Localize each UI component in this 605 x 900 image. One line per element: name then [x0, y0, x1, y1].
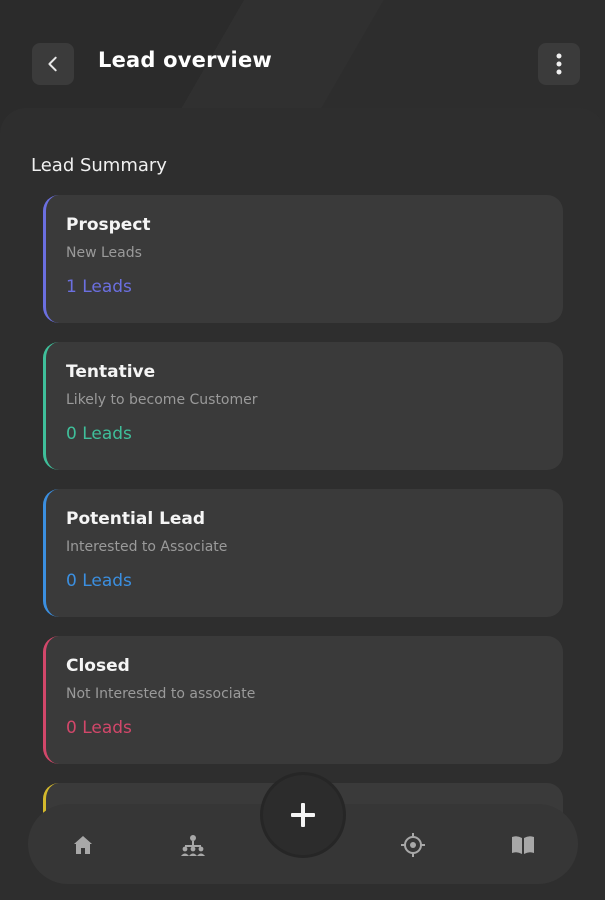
- app-header: Lead overview: [0, 0, 605, 110]
- card-title: Prospect: [66, 215, 151, 235]
- target-icon: [401, 833, 425, 857]
- more-vertical-icon: [556, 53, 562, 75]
- book-icon: [512, 836, 534, 854]
- nav-team[interactable]: [180, 832, 206, 858]
- chevron-left-icon: [48, 56, 57, 72]
- card-title: Closed: [66, 656, 130, 676]
- card-count: 0 Leads: [66, 718, 132, 738]
- card-count: 1 Leads: [66, 277, 132, 297]
- section-title: Lead Summary: [31, 155, 167, 176]
- nav-home[interactable]: [70, 832, 96, 858]
- team-icon: [181, 835, 205, 856]
- add-lead-button[interactable]: [263, 775, 343, 855]
- page-title: Lead overview: [98, 48, 272, 72]
- nav-book[interactable]: [510, 832, 536, 858]
- lead-card-closed[interactable]: Closed Not Interested to associate 0 Lea…: [43, 636, 563, 764]
- lead-card-prospect[interactable]: Prospect New Leads 1 Leads: [43, 195, 563, 323]
- lead-card-tentative[interactable]: Tentative Likely to become Customer 0 Le…: [43, 342, 563, 470]
- add-icon: [291, 803, 315, 827]
- card-subtitle: New Leads: [66, 245, 142, 261]
- card-subtitle: Interested to Associate: [66, 539, 228, 555]
- card-subtitle: Likely to become Customer: [66, 392, 258, 408]
- card-count: 0 Leads: [66, 571, 132, 591]
- home-icon: [74, 836, 92, 854]
- lead-card-potential[interactable]: Potential Lead Interested to Associate 0…: [43, 489, 563, 617]
- card-subtitle: Not Interested to associate: [66, 686, 256, 702]
- card-count: 0 Leads: [66, 424, 132, 444]
- more-options-button[interactable]: [538, 43, 580, 85]
- card-title: Tentative: [66, 362, 156, 382]
- back-button[interactable]: [32, 43, 74, 85]
- nav-target[interactable]: [400, 832, 426, 858]
- card-title: Potential Lead: [66, 509, 206, 529]
